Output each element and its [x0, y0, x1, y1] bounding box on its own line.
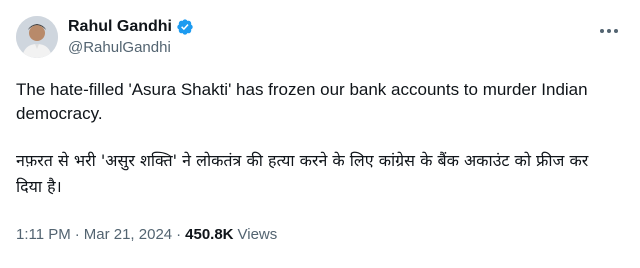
tweet-card: Rahul Gandhi @RahulGandhi The hate-fille…: [0, 0, 640, 268]
views-label: Views: [237, 226, 278, 243]
views-count[interactable]: 450.8K: [185, 226, 233, 243]
display-name[interactable]: Rahul Gandhi: [68, 17, 172, 37]
more-horizontal-icon[interactable]: [598, 20, 620, 42]
tweet-text-english: The hate-filled 'Asura Shakti' has froze…: [16, 80, 588, 123]
tweet-meta: 1:11 PM · Mar 21, 2024 · 450.8K Views: [16, 226, 277, 243]
verified-badge-icon: [176, 18, 194, 36]
tweet-header: Rahul Gandhi @RahulGandhi: [16, 14, 622, 58]
tweet-time[interactable]: 1:11 PM: [16, 226, 71, 243]
user-handle[interactable]: @RahulGandhi: [68, 38, 194, 58]
tweet-date[interactable]: Mar 21, 2024: [84, 226, 172, 243]
tweet-text-hindi: नफ़रत से भरी 'असुर शक्ति' ने लोकतंत्र की…: [16, 151, 589, 196]
avatar[interactable]: [16, 16, 58, 58]
name-row: Rahul Gandhi: [68, 17, 194, 37]
tweet-text: The hate-filled 'Asura Shakti' has froze…: [16, 78, 622, 200]
meta-separator: ·: [74, 226, 80, 243]
meta-separator: ·: [176, 226, 182, 243]
user-names: Rahul Gandhi @RahulGandhi: [68, 14, 194, 58]
